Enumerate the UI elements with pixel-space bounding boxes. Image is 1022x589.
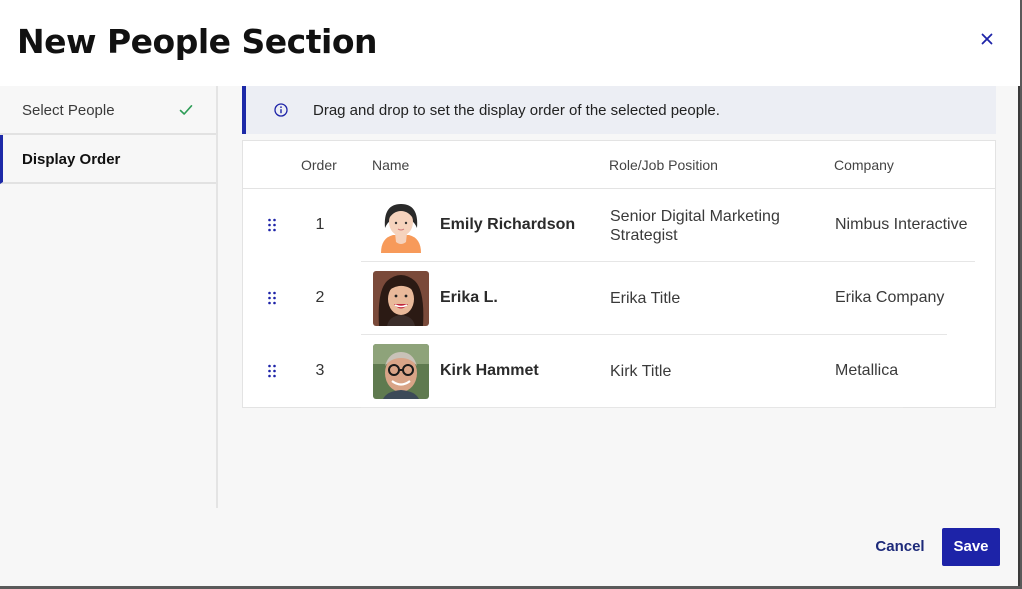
person-company: Nimbus Interactive: [835, 216, 968, 233]
order-number: 3: [315, 362, 325, 379]
avatar: [373, 198, 429, 253]
column-header-order: Order: [301, 157, 337, 173]
person-role: Senior Digital Marketing Strategist: [610, 208, 780, 244]
row-divider: [361, 407, 903, 408]
checkmark-icon: [179, 103, 193, 115]
cancel-button[interactable]: Cancel: [868, 530, 932, 564]
table-row[interactable]: 3 Kirk Hammet Kirk Title Metallica: [243, 335, 995, 408]
sidebar-item-select-people[interactable]: Select People: [0, 86, 216, 135]
person-company: Erika Company: [835, 289, 945, 306]
column-header-name: Name: [372, 157, 410, 173]
table-header: Order Name Role/Job Position Company: [243, 141, 995, 189]
order-number: 1: [315, 216, 325, 233]
person-name: Kirk Hammet: [440, 362, 539, 379]
info-text: Drag and drop to set the display order o…: [313, 102, 720, 119]
person-company: Metallica: [835, 362, 899, 379]
avatar: [373, 344, 429, 399]
column-header-company: Company: [834, 157, 894, 173]
order-number: 2: [315, 289, 325, 306]
info-banner: Drag and drop to set the display order o…: [242, 86, 996, 134]
sidebar-item-label: Select People: [22, 102, 115, 119]
column-header-role: Role/Job Position: [609, 157, 718, 173]
drag-handle-icon[interactable]: [267, 291, 277, 305]
drag-handle-icon[interactable]: [267, 364, 277, 378]
save-button[interactable]: Save: [942, 528, 1000, 566]
sidebar-item-display-order[interactable]: Display Order: [0, 135, 216, 184]
dialog-title: New People Section: [17, 22, 377, 61]
drag-handle-icon[interactable]: [267, 218, 277, 232]
person-role: Erika Title: [610, 290, 681, 307]
dialog-header: New People Section: [0, 0, 1020, 86]
person-role: Kirk Title: [610, 363, 672, 380]
table-row[interactable]: 1 Emily Richardson Senior Digital Market…: [243, 189, 995, 262]
person-name: Emily Richardson: [440, 216, 576, 233]
info-icon: [274, 103, 288, 117]
table-row[interactable]: 2 Erika L. Erika Title Erika Company: [243, 262, 995, 335]
new-people-section-dialog: New People Section Select People Display…: [0, 0, 1020, 586]
sidebar-item-label: Display Order: [22, 151, 121, 168]
person-name: Erika L.: [440, 289, 498, 306]
close-icon[interactable]: [978, 30, 996, 48]
people-order-table: Order Name Role/Job Position Company 1 E…: [242, 140, 996, 408]
avatar: [373, 271, 429, 326]
steps-sidebar: Select People Display Order: [0, 86, 218, 508]
